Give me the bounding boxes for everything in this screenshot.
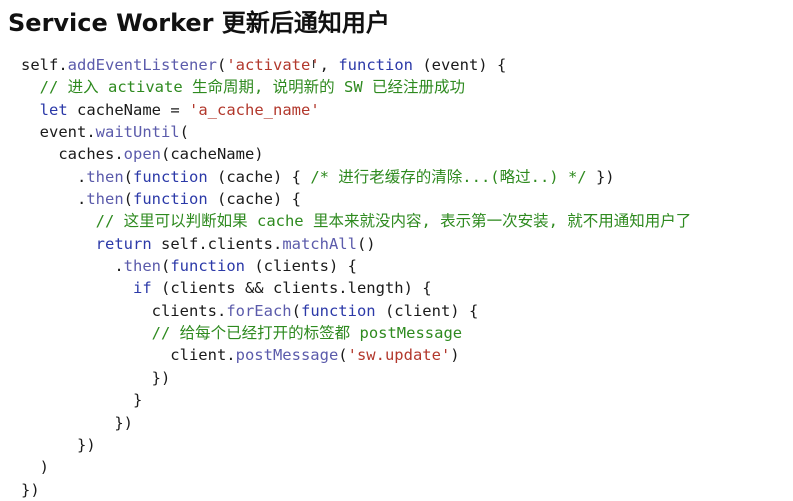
code-identifier: caches. xyxy=(21,145,124,164)
code-keyword: function xyxy=(338,56,413,74)
code-token: , xyxy=(319,56,339,74)
code-line: }) xyxy=(21,367,691,389)
code-comment: // 这里可以判断如果 cache 里本来就没内容, 表示第一次安装, 就不用通… xyxy=(95,212,692,231)
code-line: }) xyxy=(21,479,691,501)
code-keyword: function xyxy=(300,301,376,320)
code-token: cacheName = xyxy=(67,100,189,119)
code-line: event.waitUntil( xyxy=(21,121,691,143)
code-token: (cacheName) xyxy=(160,145,264,164)
code-method: addEventListener xyxy=(67,56,217,74)
code-keyword: function xyxy=(133,167,208,186)
code-identifier: self. xyxy=(21,56,68,74)
code-method: matchAll xyxy=(282,234,357,253)
code-line: .then(function (cache) { /* 进行老缓存的清除...(… xyxy=(21,166,691,188)
code-token: . xyxy=(21,257,124,276)
code-comment: // 给每个已经打开的标签都 postMessage xyxy=(151,324,463,343)
code-line: // 给每个已经打开的标签都 postMessage xyxy=(21,322,691,344)
code-line: if (clients && clients.length) { xyxy=(21,277,691,299)
code-token: (event) { xyxy=(412,56,507,74)
code-comment: // 进入 activate 生命周期, 说明新的 SW 已经注册成功 xyxy=(39,78,465,97)
page-title: Service Worker 更新后通知用户 xyxy=(8,9,390,37)
code-keyword: let xyxy=(39,100,68,119)
code-token: ) xyxy=(450,346,460,365)
code-comment: /* 进行老缓存的清除...(略过..) */ xyxy=(310,167,587,186)
text-cursor-icon: I xyxy=(312,58,316,71)
code-line: let cacheName = 'a_cache_name' xyxy=(21,99,691,121)
code-token: () xyxy=(356,234,376,253)
code-line: self.addEventListener('activate', functi… xyxy=(21,54,691,76)
code-line: }) xyxy=(21,434,691,456)
code-method: then xyxy=(86,167,124,186)
code-line: }) xyxy=(21,412,691,434)
code-keyword: function xyxy=(170,257,245,276)
code-method: forEach xyxy=(226,301,292,320)
code-line: ) xyxy=(21,456,691,478)
code-keyword: function xyxy=(133,190,208,209)
code-token: (cache) { xyxy=(207,167,311,186)
code-line: .then(function (clients) { xyxy=(21,255,691,277)
code-line: // 进入 activate 生命周期, 说明新的 SW 已经注册成功 xyxy=(21,76,691,98)
code-token: }) xyxy=(21,368,171,387)
code-token: (clients && clients.length) { xyxy=(151,279,432,298)
code-identifier: client. xyxy=(21,346,236,365)
code-block: self.addEventListener('activate', functi… xyxy=(21,54,691,501)
code-line: client.postMessage('sw.update') xyxy=(21,344,691,366)
code-method: waitUntil xyxy=(95,123,180,142)
code-line: // 这里可以判断如果 cache 里本来就没内容, 表示第一次安装, 就不用通… xyxy=(21,210,692,232)
code-token: . xyxy=(21,167,87,186)
code-method: then xyxy=(123,257,161,276)
code-token: (clients) { xyxy=(244,257,357,276)
code-line: } xyxy=(21,389,691,411)
code-keyword: return xyxy=(95,234,152,253)
code-method: then xyxy=(86,190,124,209)
code-token: ) xyxy=(21,458,49,477)
code-token: ( xyxy=(123,167,133,186)
code-string: 'a_cache_name' xyxy=(189,100,320,119)
code-identifier: self.clients. xyxy=(151,234,283,253)
code-line: .then(function (cache) { xyxy=(21,188,691,210)
slide: Service Worker 更新后通知用户 self.addEventList… xyxy=(0,0,793,499)
code-token: . xyxy=(21,190,87,209)
code-token: ( xyxy=(160,257,171,276)
code-line: caches.open(cacheName) xyxy=(21,143,691,165)
code-method: postMessage xyxy=(235,346,339,365)
code-line: return self.clients.matchAll() xyxy=(21,233,691,255)
code-token: ( xyxy=(338,346,348,365)
code-method: open xyxy=(123,145,161,164)
code-token: ( xyxy=(291,301,301,320)
code-token: ( xyxy=(179,123,189,142)
code-token: }) xyxy=(21,435,96,454)
code-token: }) xyxy=(21,413,133,432)
code-token: }) xyxy=(21,480,40,499)
code-keyword: if xyxy=(132,279,152,298)
code-string: 'sw.update' xyxy=(347,346,451,365)
code-token: (cache) { xyxy=(207,190,301,209)
code-line: clients.forEach(function (client) { xyxy=(21,300,691,322)
code-token: } xyxy=(21,391,143,410)
code-identifier: clients. xyxy=(21,301,227,320)
code-token: ( xyxy=(123,190,133,209)
code-token: ( xyxy=(216,56,227,74)
code-token: (client) { xyxy=(375,301,479,320)
code-token: }) xyxy=(586,167,615,186)
code-identifier: event. xyxy=(21,123,96,142)
code-string: 'activate' xyxy=(226,56,320,74)
